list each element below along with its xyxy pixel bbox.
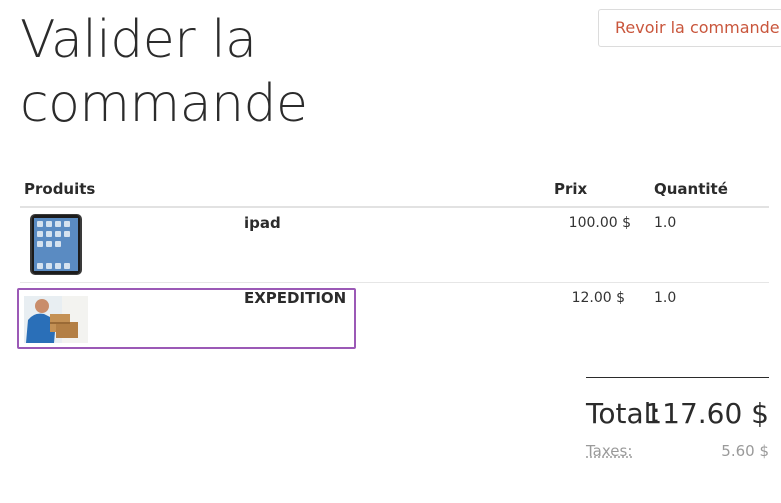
selection-highlight xyxy=(17,288,356,349)
header-divider xyxy=(20,206,769,208)
ipad-thumbnail[interactable] xyxy=(29,213,83,280)
review-order-button[interactable]: Revoir la commande xyxy=(598,9,781,47)
product-name[interactable]: ipad xyxy=(244,214,281,232)
column-header-price: Prix xyxy=(554,180,588,198)
page-title: Valider la commande xyxy=(20,10,308,134)
product-quantity: 1.0 xyxy=(654,290,677,306)
product-price: 100.00 $ xyxy=(568,215,631,231)
tablet-image xyxy=(30,214,82,275)
row-divider xyxy=(20,282,769,283)
product-quantity: 1.0 xyxy=(654,215,677,231)
total-divider xyxy=(586,377,769,378)
taxes-label: Taxes: xyxy=(586,442,633,460)
product-price: 12.00 $ xyxy=(571,290,625,306)
column-header-quantity: Quantité xyxy=(654,180,728,198)
total-amount: 117.60 $ xyxy=(644,397,769,430)
column-header-products: Produits xyxy=(24,180,96,198)
taxes-amount: 5.60 $ xyxy=(721,442,769,460)
